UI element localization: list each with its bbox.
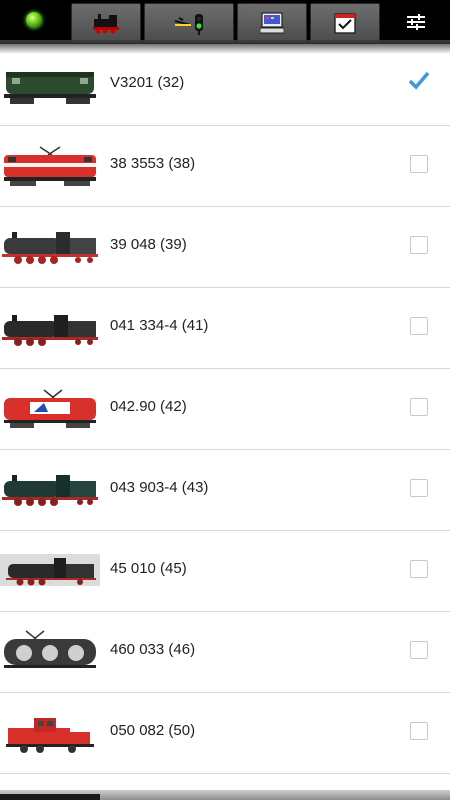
switch-signal-button[interactable] [144, 3, 234, 43]
locomotive-checkbox[interactable] [410, 560, 428, 578]
locomotive-thumbnail-image [4, 389, 96, 428]
locomotive-thumbnail-image [2, 315, 98, 346]
top-toolbar [0, 0, 450, 44]
locomotive-checkbox[interactable] [410, 479, 428, 497]
locomotive-label: 050 082 (50) [110, 722, 196, 739]
locomotive-select-button[interactable] [310, 3, 380, 43]
locomotive-label: 460 033 (46) [110, 641, 196, 658]
list-item[interactable]: V3201 (32) [0, 44, 450, 126]
list-item[interactable]: 39 048 (39) [0, 206, 450, 288]
layout-panel-button[interactable] [237, 3, 307, 43]
locomotive-checkbox[interactable] [410, 155, 428, 173]
switch-signal-icon [174, 14, 203, 35]
locomotive-list: V3201 (32) 38 3553 (38) 39 048 (39) 041 … [0, 44, 450, 800]
locomotive-thumbnail-image [4, 630, 96, 668]
locomotive-thumbnail-image [6, 718, 94, 753]
list-item[interactable]: 45 010 (45) [0, 530, 450, 612]
monitor-icon [260, 12, 284, 34]
settings-button[interactable] [396, 3, 436, 41]
locomotive-label: V3201 (32) [110, 74, 185, 91]
locomotive-label: 39 048 (39) [110, 236, 187, 253]
list-item[interactable]: 460 033 (46) [0, 611, 450, 693]
locomotive-checkbox[interactable] [410, 317, 428, 335]
locomotive-label: 38 3553 (38) [110, 155, 196, 172]
locomotive-thumbnail-image [2, 475, 98, 506]
locomotive-label: 043 903-4 (43) [110, 479, 209, 496]
locomotive-icon [93, 14, 119, 34]
list-item[interactable]: 042.90 (42) [0, 368, 450, 450]
locomotive-checkbox[interactable] [410, 641, 428, 659]
bottom-navigation-bar [0, 790, 450, 800]
locomotive-label: 042.90 (42) [110, 398, 187, 415]
locomotive-checkbox[interactable] [410, 398, 428, 416]
checkmark-icon [408, 71, 430, 90]
bottom-bar-segment [0, 794, 100, 800]
checklist-icon [334, 13, 356, 34]
locomotive-label: 45 010 (45) [110, 560, 187, 577]
locomotive-thumbnail-image [4, 146, 96, 186]
locomotive-checkbox[interactable] [410, 236, 428, 254]
locomotive-control-button[interactable] [71, 3, 141, 43]
locomotive-thumbnail-image [2, 232, 98, 264]
list-item[interactable]: 041 334-4 (41) [0, 287, 450, 369]
list-item[interactable]: 050 082 (50) [0, 692, 450, 774]
locomotive-checkbox[interactable] [410, 722, 428, 740]
locomotive-thumbnail-image [0, 554, 100, 586]
locomotive-label: 041 334-4 (41) [110, 317, 209, 334]
locomotive-checkbox[interactable] [408, 71, 430, 92]
list-item[interactable]: 38 3553 (38) [0, 125, 450, 207]
sliders-icon [407, 14, 425, 30]
list-item[interactable]: 043 903-4 (43) [0, 449, 450, 531]
locomotive-thumbnail-image [4, 72, 96, 104]
connection-status-led-icon [26, 12, 42, 28]
